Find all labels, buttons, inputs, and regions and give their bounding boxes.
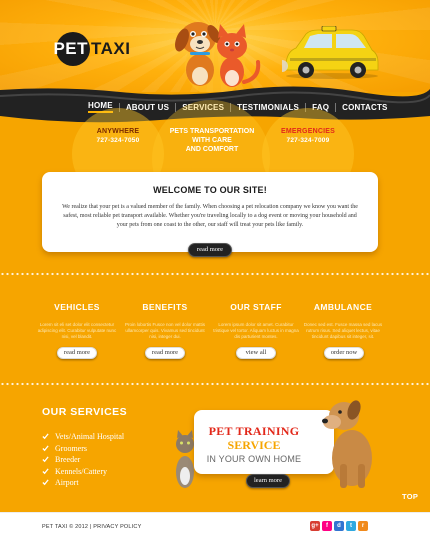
- feature-text: Proin lobortis Fusce non vel dolor matti…: [124, 322, 206, 339]
- logo-circle-text: PET: [53, 39, 88, 58]
- taxi-illustration: [282, 26, 379, 79]
- check-icon: [42, 433, 49, 440]
- anywhere-phone: 727-324-7050: [96, 137, 140, 144]
- training-promo-box: PET TRAINING SERVICE IN YOUR OWN HOME: [194, 410, 334, 474]
- check-icon: [42, 445, 49, 451]
- rss-icon[interactable]: r: [358, 521, 368, 531]
- promo-learn-more-button[interactable]: learn more: [246, 474, 290, 488]
- service-label: Kennels/Cattery: [55, 466, 107, 476]
- welcome-title: WELCOME TO OUR SITE!: [153, 185, 267, 195]
- logo-text: TAXI: [91, 39, 131, 58]
- emergencies-phone: 727-324-7009: [286, 137, 330, 144]
- service-item[interactable]: Breeder: [42, 454, 124, 466]
- back-to-top-link[interactable]: TOP: [402, 492, 418, 501]
- header: PET TAXI: [0, 0, 430, 92]
- feature-text: Donec sed est. Fusce massa sed lacus rut…: [303, 322, 383, 339]
- mascot-illustration: [175, 22, 261, 92]
- welcome-text: We realize that your pet is a valued mem…: [62, 204, 358, 228]
- service-item[interactable]: Kennels/Cattery: [42, 466, 124, 478]
- check-icon: [42, 468, 49, 474]
- service-item[interactable]: Vets/Animal Hospital: [42, 431, 124, 443]
- emergencies-info: EMERGENCIES 727-324-7009: [268, 128, 348, 144]
- dotted-divider: [0, 272, 430, 276]
- emergencies-title: EMERGENCIES: [281, 128, 335, 135]
- benefits-read-more-button[interactable]: read more: [145, 347, 185, 359]
- nav-contacts[interactable]: CONTACTS: [342, 103, 387, 112]
- feature-our-staff: OUR STAFF Lorem ipsum dolor sit amet. Cu…: [213, 302, 299, 340]
- service-item[interactable]: Airport: [42, 477, 124, 489]
- tagline-line-3: AND COMFORT: [185, 146, 239, 153]
- dotted-divider: [0, 382, 430, 386]
- feature-title: VEHICLES: [54, 302, 100, 312]
- footer-copyright: PET TAXI © 2012 | PRIVACY POLICY: [42, 524, 141, 530]
- delicious-icon[interactable]: d: [334, 521, 344, 531]
- service-label: Airport: [55, 478, 79, 488]
- copyright-text: PET TAXI © 2012: [42, 524, 89, 530]
- promo-line-3: IN YOUR OWN HOME: [206, 454, 302, 464]
- feature-title: AMBULANCE: [313, 302, 373, 312]
- service-label: Groomers: [55, 443, 87, 453]
- google-plus-icon[interactable]: g+: [310, 521, 320, 531]
- feature-vehicles: VEHICLES Lorem sit eli set dolor elit co…: [34, 302, 120, 340]
- tagline: PETS TRANSPORTATION WITH CARE AND COMFOR…: [160, 127, 264, 154]
- ambulance-order-now-button[interactable]: order now: [324, 347, 364, 359]
- flickr-icon[interactable]: f: [322, 521, 332, 531]
- footer-separator: |: [89, 524, 92, 530]
- service-label: Breeder: [55, 455, 81, 465]
- tagline-line-1: PETS TRANSPORTATION: [169, 128, 255, 135]
- vehicles-read-more-button[interactable]: read more: [57, 347, 97, 359]
- footer: PET TAXI © 2012 | PRIVACY POLICY g+ f d …: [0, 512, 430, 546]
- promo-line-2: SERVICE: [227, 438, 281, 452]
- staff-view-all-button[interactable]: view all: [236, 347, 276, 359]
- service-label: Vets/Animal Hospital: [55, 432, 125, 442]
- check-icon: [42, 456, 49, 463]
- feature-text: Lorem sit eli set dolor elit consectetur…: [37, 322, 117, 339]
- welcome-read-more-button[interactable]: read more: [188, 243, 232, 257]
- anywhere-title: ANYWHERE: [96, 128, 140, 135]
- nav-separator: [335, 102, 337, 112]
- services-title: OUR SERVICES: [42, 406, 128, 418]
- dog-illustration: [322, 400, 372, 488]
- feature-text: Lorem ipsum dolor sit amet. Curabitur tr…: [213, 322, 299, 339]
- service-item[interactable]: Groomers: [42, 443, 124, 455]
- welcome-box: WELCOME TO OUR SITE! We realize that you…: [42, 172, 378, 252]
- promo-line-1: PET TRAINING: [208, 424, 300, 438]
- feature-title: OUR STAFF: [230, 302, 282, 312]
- check-icon: [42, 479, 49, 486]
- anywhere-info: ANYWHERE 727-324-7050: [82, 128, 154, 144]
- feature-title: BENEFITS: [142, 302, 188, 312]
- services-list: Vets/Animal Hospital Groomers Breeder Ke…: [42, 431, 124, 489]
- logo[interactable]: PET TAXI: [53, 32, 131, 66]
- privacy-policy-link[interactable]: PRIVACY POLICY: [93, 524, 141, 530]
- social-icons: g+ f d t r: [310, 521, 368, 531]
- logo-circle: PET: [53, 32, 90, 66]
- twitter-icon[interactable]: t: [346, 521, 356, 531]
- feature-benefits: BENEFITS Proin lobortis Fusce non vel do…: [122, 302, 208, 340]
- feature-ambulance: AMBULANCE Donec sed est. Fusce massa sed…: [300, 302, 386, 340]
- nav-testimonials[interactable]: TESTIMONIALS: [237, 103, 299, 112]
- tagline-line-2: WITH CARE: [192, 137, 232, 144]
